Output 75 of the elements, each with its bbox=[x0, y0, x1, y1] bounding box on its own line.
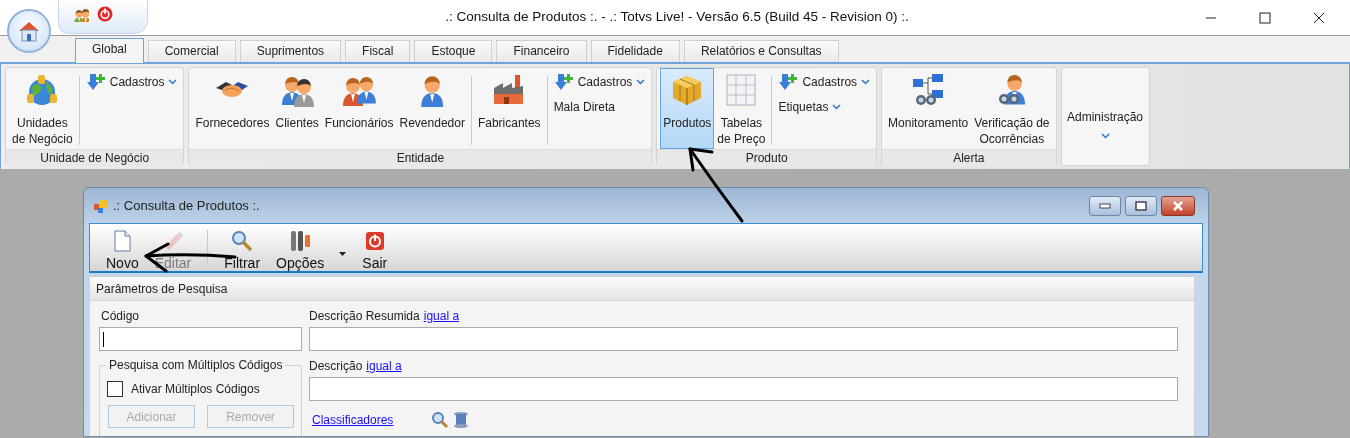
chevron-icon bbox=[636, 79, 646, 85]
ribbon-button[interactable]: Monitoramento bbox=[885, 68, 972, 149]
match-mode-link[interactable]: igual a bbox=[423, 309, 460, 324]
panel-header: Parâmetros de Pesquisa bbox=[90, 277, 1194, 301]
child-window-title: .: Consulta de Produtos :. bbox=[113, 196, 261, 215]
chevron-icon bbox=[832, 104, 842, 110]
group-label: Produto bbox=[657, 149, 877, 167]
chevron-icon bbox=[168, 79, 178, 85]
house-icon bbox=[17, 20, 41, 42]
chevron-icon bbox=[1100, 132, 1110, 139]
chevron-icon bbox=[861, 79, 871, 85]
toolbar-button[interactable]: Filtrar bbox=[216, 223, 269, 272]
restore-button[interactable] bbox=[1125, 195, 1157, 216]
ribbon-button[interactable]: Unidades de Negócio bbox=[9, 68, 76, 149]
toolbar-button[interactable]: Sair bbox=[354, 223, 396, 272]
checkbox-label: Ativar Múltiplos Códigos bbox=[131, 381, 260, 397]
document-icon bbox=[112, 229, 133, 252]
ribbon-tab[interactable]: Fidelidade bbox=[590, 40, 680, 62]
match-mode-link[interactable]: igual a bbox=[366, 359, 402, 374]
minimize-button[interactable] bbox=[1089, 195, 1121, 216]
download-plus-icon bbox=[778, 72, 799, 92]
window-icon bbox=[93, 197, 109, 214]
search-icon bbox=[431, 411, 450, 429]
ribbon-tab[interactable]: Fiscal bbox=[345, 40, 411, 62]
toolbar-button[interactable]: Opções bbox=[268, 223, 333, 272]
ribbon-menu-button[interactable]: Cadastros bbox=[778, 72, 871, 92]
ribbon-tab[interactable]: Relatórios e Consultas bbox=[683, 40, 839, 62]
download-plus-icon bbox=[553, 72, 574, 92]
field-label: Código bbox=[100, 309, 141, 324]
group-label: Unidade de Negócio bbox=[6, 149, 184, 167]
group-box-title: Pesquisa com Múltiplos Códigos bbox=[106, 358, 286, 373]
power-icon bbox=[97, 6, 113, 22]
group-label: Alerta bbox=[882, 149, 1056, 167]
ribbon-tab[interactable]: Financeiro bbox=[496, 40, 587, 62]
ribbon-button[interactable]: Verificação de Ocorrências bbox=[971, 68, 1053, 149]
group-label: Entidade bbox=[189, 149, 652, 167]
window-title: .: Consulta de Produtos :. - .: Totvs Live! - Versão 6.5 (Build 45 - Revision 0) :. bbox=[445, 9, 909, 25]
ribbon-dropdown-button[interactable]: Administração bbox=[1064, 68, 1147, 149]
ribbon-button[interactable]: Funcionários bbox=[321, 68, 397, 149]
ribbon-tab[interactable]: Estoque bbox=[414, 40, 493, 62]
tools-icon bbox=[288, 228, 313, 253]
input-field[interactable] bbox=[309, 377, 1178, 401]
app-menu-button[interactable] bbox=[7, 9, 51, 53]
ribbon-button[interactable]: Clientes bbox=[272, 68, 322, 149]
magnifier-icon bbox=[231, 229, 254, 252]
restore-icon bbox=[1135, 200, 1147, 211]
ribbon-button[interactable]: Fornecedores bbox=[192, 68, 273, 149]
ribbon-tab[interactable]: Suprimentos bbox=[239, 40, 342, 62]
ribbon-button[interactable]: Tabelas de Preço bbox=[714, 68, 769, 149]
ribbon-button[interactable]: Revendedor bbox=[396, 68, 468, 149]
people-icon bbox=[73, 6, 89, 22]
ribbon-menu-item[interactable]: Mala Direta bbox=[553, 98, 646, 116]
close-icon bbox=[1313, 11, 1325, 24]
field-label: Descrição bbox=[309, 359, 363, 374]
ribbon-menu-button[interactable]: Cadastros bbox=[85, 72, 178, 92]
ribbon-menu-button[interactable]: Etiquetas bbox=[778, 98, 871, 116]
download-plus-icon bbox=[85, 72, 106, 92]
spool-icon bbox=[453, 411, 470, 429]
power-icon bbox=[364, 230, 385, 251]
close-icon bbox=[1172, 199, 1184, 212]
input-field[interactable] bbox=[309, 327, 1178, 351]
minimize-icon bbox=[1099, 202, 1111, 209]
classifiers-link[interactable]: Classificadores bbox=[312, 412, 394, 428]
maximize-icon bbox=[1259, 11, 1271, 24]
close-button[interactable] bbox=[1161, 195, 1195, 216]
input-field[interactable] bbox=[99, 327, 302, 351]
caret-icon bbox=[339, 251, 347, 256]
ribbon-button[interactable]: Fabricantes bbox=[474, 68, 544, 149]
ribbon-menu-button[interactable]: Cadastros bbox=[553, 72, 646, 92]
ribbon-button[interactable]: Produtos bbox=[660, 68, 715, 149]
ribbon-tab[interactable]: Comercial bbox=[147, 40, 236, 62]
checkbox[interactable] bbox=[107, 381, 123, 397]
toolbar-button[interactable]: Novo bbox=[98, 223, 147, 272]
ribbon-tab[interactable]: Global bbox=[75, 38, 144, 63]
field-label: Descrição Resumida bbox=[309, 309, 420, 324]
